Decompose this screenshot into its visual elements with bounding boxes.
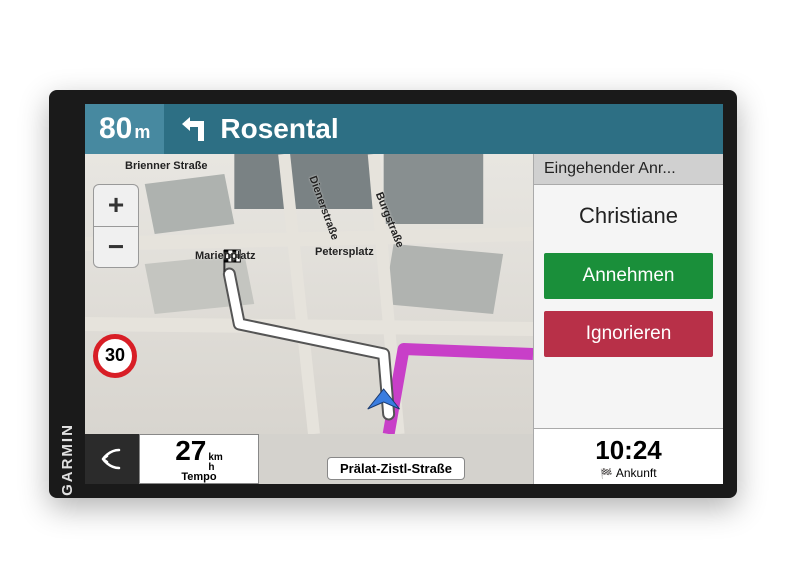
speed-unit-top: km [208, 453, 222, 463]
arrival-label: 🏁Ankunft [534, 466, 723, 480]
gps-device: GARMIN 80 m Rosental [49, 90, 737, 498]
device-bezel: GARMIN [49, 90, 85, 498]
street-label: Brienner Straße [125, 160, 208, 172]
arrival-time: 10:24 [534, 435, 723, 466]
accept-call-button[interactable]: Annehmen [544, 253, 713, 299]
back-button[interactable] [85, 434, 139, 484]
caller-name: Christiane [534, 185, 723, 247]
zoom-out-button[interactable]: − [93, 226, 139, 268]
flag-icon: 🏁 [600, 469, 612, 480]
street-label: Marienplatz [195, 250, 256, 262]
speed-limit-sign: 30 [93, 334, 137, 378]
distance-box: 80 m [85, 104, 164, 154]
zoom-in-button[interactable]: + [93, 184, 139, 226]
current-street-name[interactable]: Prälat-Zistl-Straße [327, 457, 465, 480]
turn-left-icon [178, 113, 210, 145]
brand-label: GARMIN [59, 423, 76, 496]
ignore-call-button[interactable]: Ignorieren [544, 311, 713, 357]
back-arrow-icon [99, 446, 125, 472]
call-header: Eingehender Anr... [534, 154, 723, 185]
screen: 80 m Rosental [85, 104, 723, 484]
arrival-box[interactable]: 10:24 🏁Ankunft [534, 428, 723, 484]
speed-value: 27 [175, 435, 206, 467]
distance-value: 80 [99, 104, 132, 154]
speed-label: Tempo [181, 471, 216, 483]
distance-unit: m [134, 122, 150, 143]
street-label: Petersplatz [315, 246, 374, 258]
incoming-call-panel: Eingehender Anr... Christiane Annehmen I… [533, 154, 723, 484]
map-canvas [85, 154, 533, 434]
speed-box[interactable]: 27 km h Tempo [139, 434, 259, 484]
bottom-bar: 27 km h Tempo Prälat-Zistl-Straße [85, 434, 533, 484]
next-street-name: Rosental [220, 113, 338, 145]
direction-bar[interactable]: 80 m Rosental [85, 104, 723, 154]
current-street-box: Prälat-Zistl-Straße [259, 434, 533, 484]
zoom-controls: + − [93, 184, 139, 268]
map-view[interactable]: Brienner Straße Dienerstraße Burgstraße … [85, 154, 533, 434]
